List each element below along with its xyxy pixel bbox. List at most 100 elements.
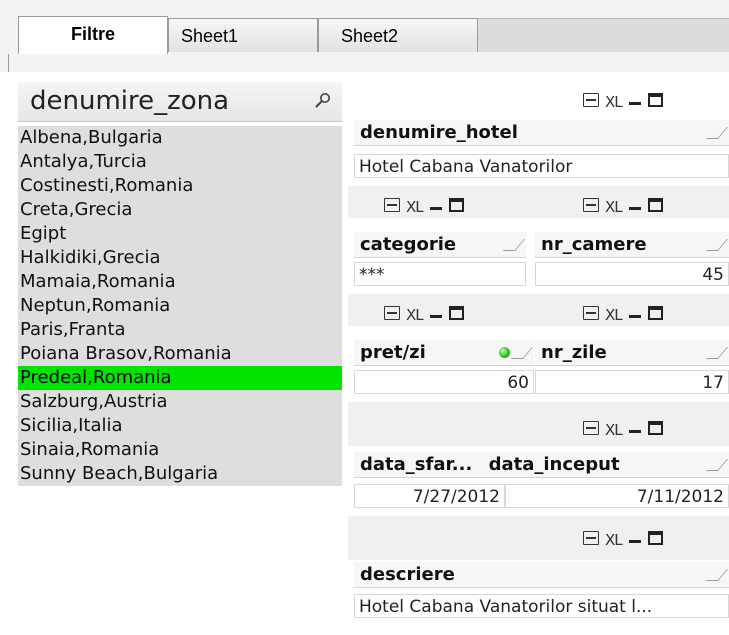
toolbar-strip [348, 516, 729, 560]
minimize-icon[interactable] [429, 306, 443, 320]
zona-list-item[interactable]: Mamaia,Romania [18, 270, 342, 294]
categorie-header[interactable]: categorie [354, 232, 526, 258]
print-icon[interactable] [384, 198, 400, 212]
toolbar-strip [348, 402, 729, 446]
zona-listbox: denumire_zona Albena,Bulgaria Antalya,Tur… [18, 82, 342, 622]
dates-header: data_sfar... data_inceput [354, 452, 729, 478]
zona-listbox-title: denumire_zona [30, 86, 230, 116]
print-icon[interactable] [384, 306, 400, 320]
excel-export-icon[interactable]: XL [605, 421, 623, 439]
excel-export-icon[interactable]: XL [605, 93, 623, 111]
tab-filtre[interactable]: Filtre [18, 16, 168, 54]
maximize-icon[interactable] [647, 93, 663, 107]
zona-list-item[interactable]: Neptun,Romania [18, 294, 342, 318]
zona-list-item[interactable]: Costinesti,Romania [18, 174, 342, 198]
zona-list-item[interactable]: Albena,Bulgaria [18, 126, 342, 150]
hotel-value-cell[interactable]: Hotel Cabana Vanatorilor [354, 154, 729, 178]
status-indicator-icon [499, 347, 510, 358]
excel-export-icon[interactable]: XL [605, 306, 623, 324]
data-sfarsit-value-cell[interactable]: 7/27/2012 [354, 484, 505, 508]
nr-camere-value: 45 [702, 265, 724, 285]
print-icon[interactable] [583, 198, 599, 212]
maximize-icon[interactable] [448, 306, 464, 320]
sort-arrow-icon [705, 347, 729, 359]
minimize-icon[interactable] [628, 198, 642, 212]
maximize-icon[interactable] [647, 421, 663, 435]
descriere-value: Hotel Cabana Vanatorilor situat l... [359, 597, 653, 617]
pret-header-label: pret/zi [360, 342, 426, 363]
sort-arrow-icon [502, 239, 526, 251]
descriere-header[interactable]: descriere [354, 562, 729, 588]
maximize-icon[interactable] [448, 198, 464, 212]
excel-export-icon[interactable]: XL [605, 198, 623, 216]
zona-list-item[interactable]: Sicilia,Italia [18, 414, 342, 438]
sort-arrow-icon [705, 459, 729, 471]
descriere-box-toolbar: XL [583, 526, 663, 550]
data-sfarsit-value: 7/27/2012 [412, 487, 500, 507]
maximize-icon[interactable] [647, 531, 663, 545]
categorie-box-toolbar: XL [384, 193, 464, 217]
tab-sheet2[interactable]: Sheet2 [318, 18, 478, 52]
tab-label: Sheet2 [341, 26, 399, 46]
pret-box-toolbar: XL [384, 301, 464, 325]
nr-camere-header-label: nr_camere [541, 234, 647, 255]
minimize-icon[interactable] [628, 421, 642, 435]
categorie-header-label: categorie [360, 234, 457, 255]
zona-listbox-caption[interactable]: denumire_zona [18, 82, 342, 122]
print-icon[interactable] [583, 93, 599, 107]
pret-header[interactable]: pret/zi [354, 340, 534, 366]
hotel-box-toolbar: XL [583, 88, 663, 112]
nr-camere-header[interactable]: nr_camere [535, 232, 729, 258]
data-inceput-value-cell[interactable]: 7/11/2012 [505, 484, 729, 508]
nr-zile-value-cell[interactable]: 17 [535, 370, 729, 394]
excel-export-icon[interactable]: XL [605, 531, 623, 549]
maximize-icon[interactable] [647, 198, 663, 212]
minimize-icon[interactable] [628, 306, 642, 320]
tab-sheet1[interactable]: Sheet1 [168, 18, 318, 52]
sheet-tab-bar: Filtre Sheet1 Sheet2 [0, 0, 729, 72]
zona-list-item[interactable]: Antalya,Turcia [18, 150, 342, 174]
data-inceput-header[interactable]: data_inceput [489, 454, 620, 475]
tab-label: Sheet1 [181, 26, 239, 46]
search-icon[interactable] [314, 92, 332, 110]
descriere-value-cell[interactable]: Hotel Cabana Vanatorilor situat l... [354, 594, 729, 618]
nr-camere-value-cell[interactable]: 45 [535, 262, 729, 286]
zona-list-item[interactable]: Sunny Beach,Bulgaria [18, 462, 342, 486]
minimize-icon[interactable] [429, 198, 443, 212]
pret-value-cell[interactable]: 60 [354, 370, 534, 394]
print-icon[interactable] [583, 421, 599, 435]
categorie-value: *** [359, 265, 385, 285]
dates-box-toolbar: XL [583, 416, 663, 440]
sort-arrow-icon [705, 127, 729, 139]
zona-list-item[interactable]: Poiana Brasov,Romania [18, 342, 342, 366]
nr-zile-box-toolbar: XL [583, 301, 663, 325]
hotel-value: Hotel Cabana Vanatorilor [359, 157, 573, 177]
nr-zile-header-label: nr_zile [541, 342, 607, 363]
zona-list-item[interactable]: Sinaia,Romania [18, 438, 342, 462]
minimize-icon[interactable] [628, 93, 642, 107]
categorie-value-cell[interactable]: *** [354, 262, 526, 286]
zona-list-item[interactable]: Salzburg,Austria [18, 390, 342, 414]
sort-arrow-icon [510, 347, 534, 359]
excel-export-icon[interactable]: XL [406, 306, 424, 324]
maximize-icon[interactable] [647, 306, 663, 320]
print-icon[interactable] [583, 306, 599, 320]
excel-export-icon[interactable]: XL [406, 198, 424, 216]
hotel-header-label: denumire_hotel [360, 122, 518, 143]
tab-bar-filler [478, 18, 729, 52]
minimize-icon[interactable] [628, 531, 642, 545]
zona-list-item[interactable]: Egipt [18, 222, 342, 246]
data-sfarsit-header[interactable]: data_sfar... [360, 454, 472, 475]
nr-zile-value: 17 [702, 373, 724, 393]
data-inceput-value: 7/11/2012 [636, 487, 724, 507]
zona-list-item[interactable]: Predeal,Romania [18, 366, 342, 390]
pret-value: 60 [507, 373, 529, 393]
zona-list-item[interactable]: Creta,Grecia [18, 198, 342, 222]
print-icon[interactable] [583, 531, 599, 545]
nr-zile-header[interactable]: nr_zile [535, 340, 729, 366]
zona-list-item[interactable]: Paris,Franta [18, 318, 342, 342]
zona-list-item[interactable]: Halkidiki,Grecia [18, 246, 342, 270]
hotel-header[interactable]: denumire_hotel [354, 120, 729, 146]
nr-camere-box-toolbar: XL [583, 193, 663, 217]
sort-arrow-icon [705, 569, 729, 581]
